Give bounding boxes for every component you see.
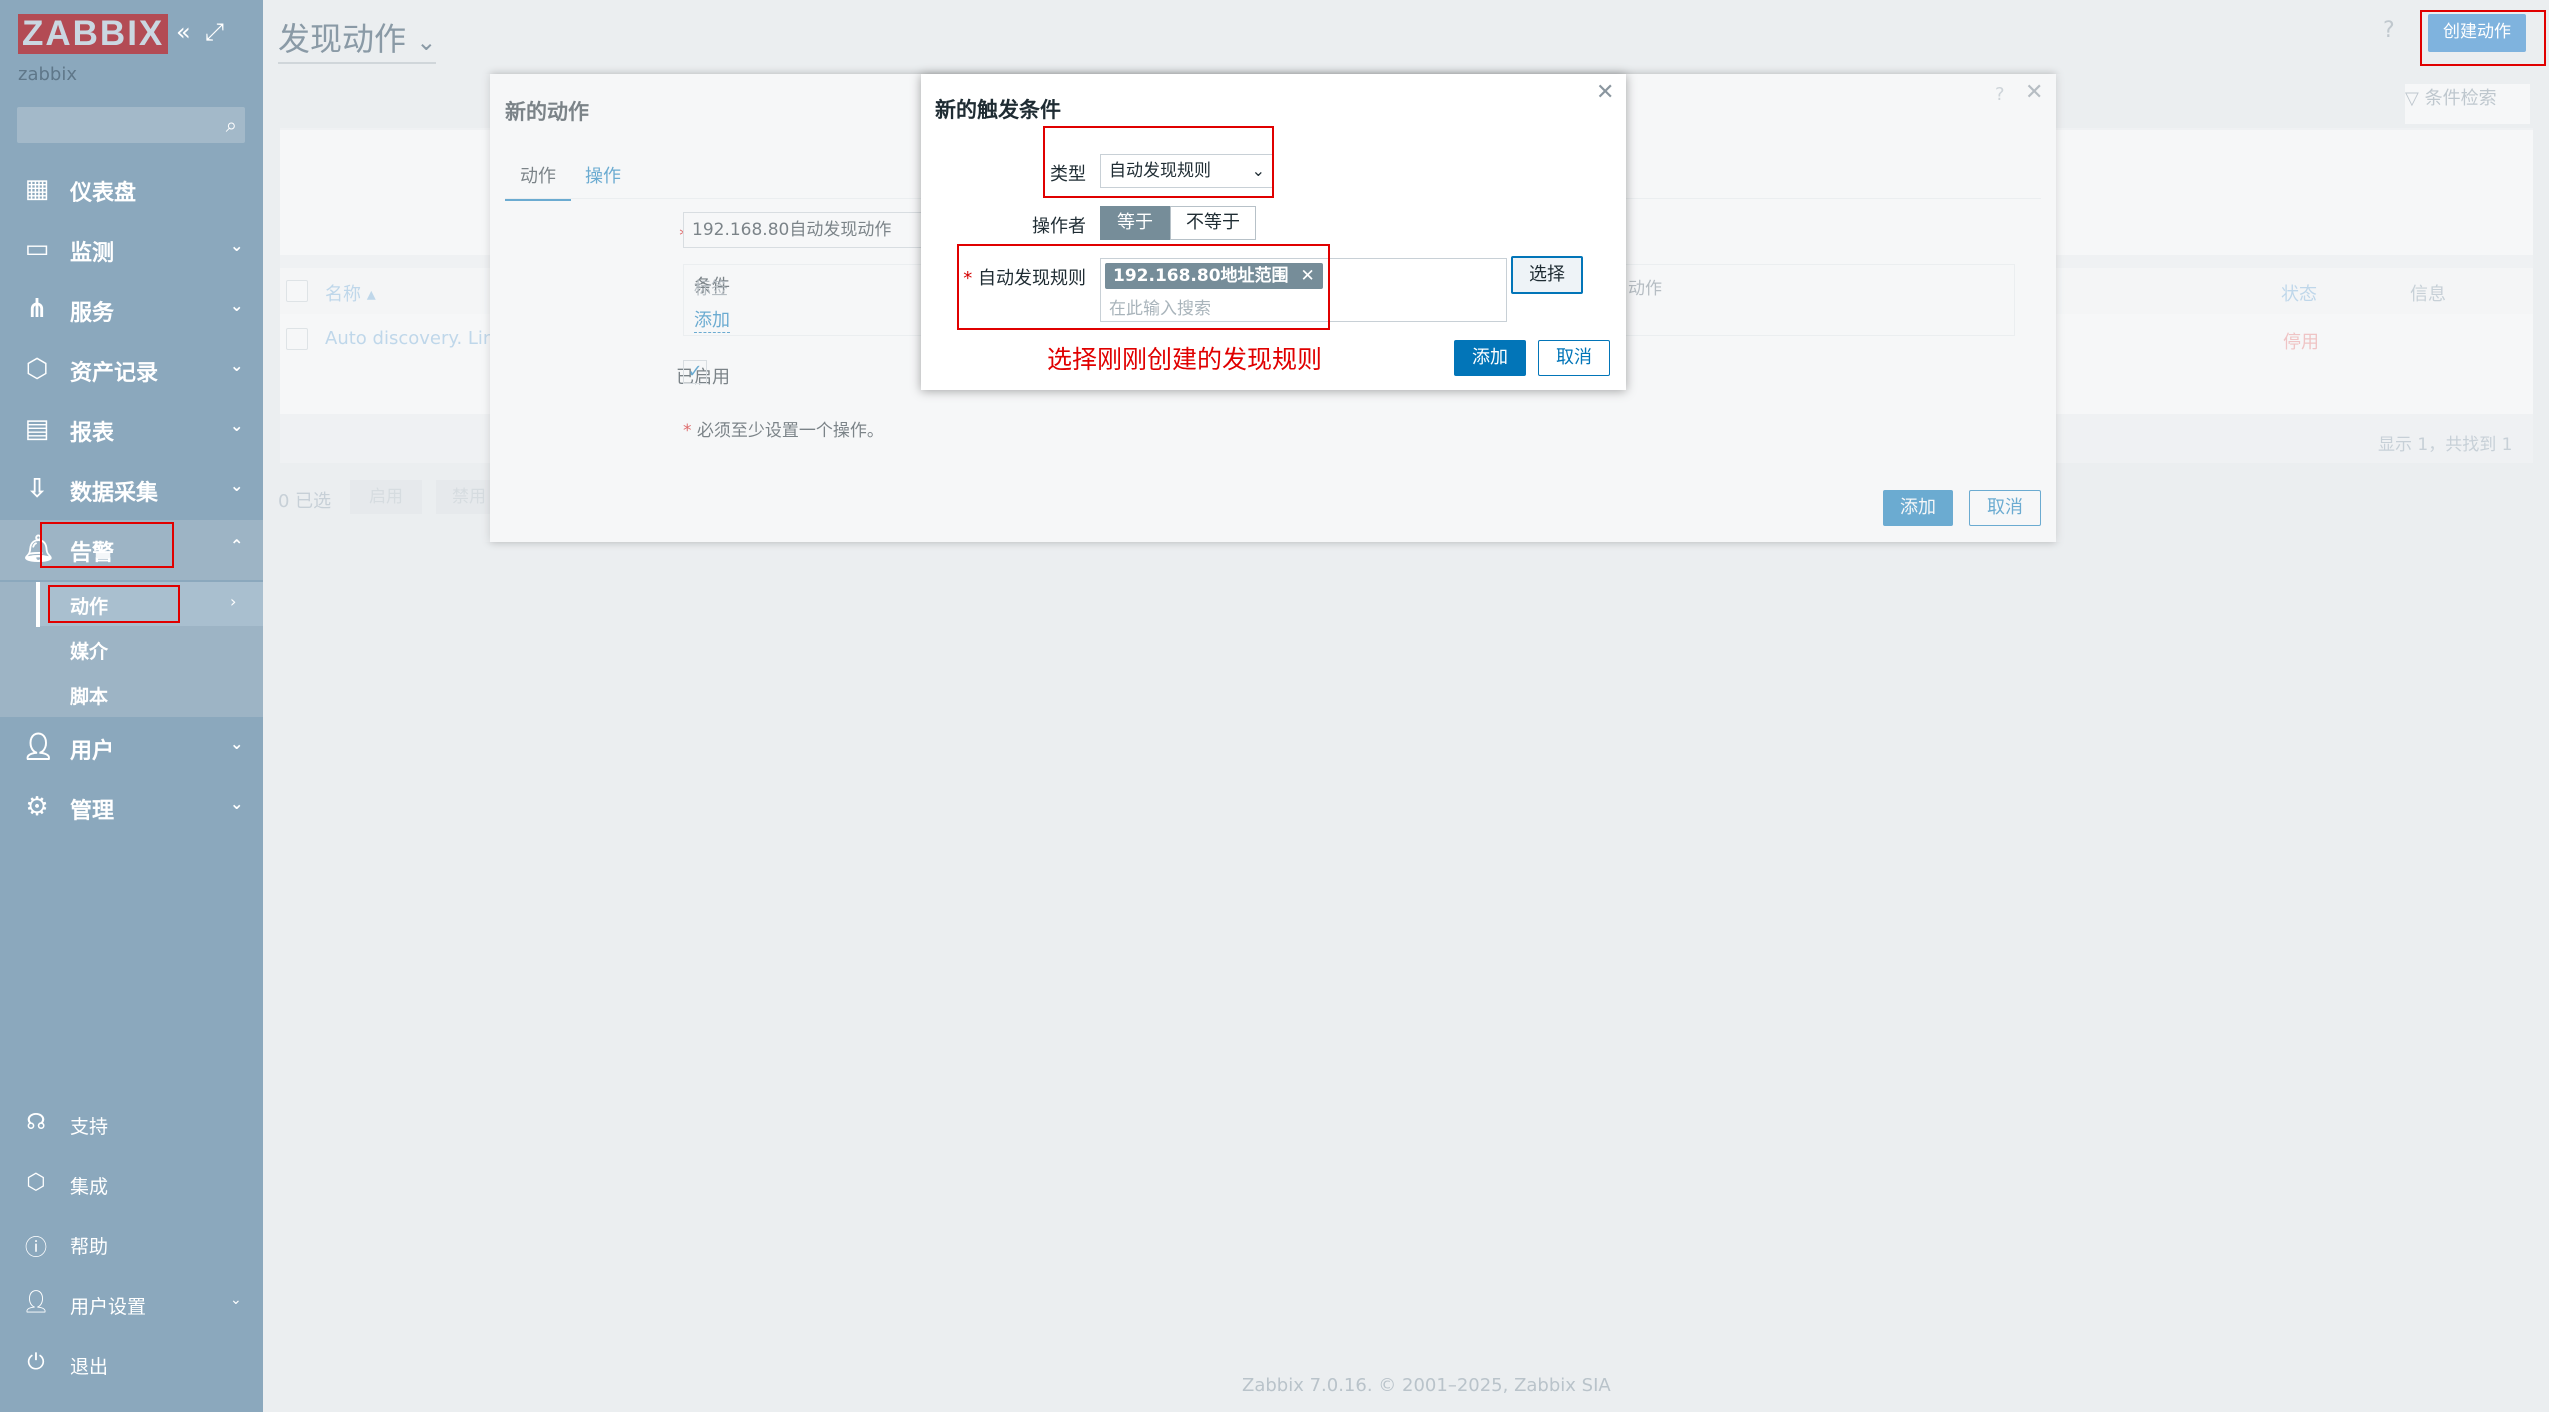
condition-dialog: 新的触发条件 ✕ 类型 自动发现规则 ⌄ 操作者 等于 不等于 * 自动发现规则… xyxy=(921,74,1626,390)
nav-label: 监测 xyxy=(70,241,115,266)
server-name: zabbix xyxy=(18,64,77,85)
nav-label: 报表 xyxy=(70,421,115,446)
nav-label: 支持 xyxy=(70,1116,109,1138)
nav-label: 用户设置 xyxy=(70,1296,147,1318)
close-icon[interactable]: ✕ xyxy=(1596,80,1614,105)
annotation-box-alerts xyxy=(40,522,174,568)
annotation-text: 选择刚刚创建的发现规则 xyxy=(1047,345,1323,374)
condition-add-button[interactable]: 添加 xyxy=(1454,340,1526,376)
nav-services[interactable]: ⋔ 服务 ⌄ xyxy=(0,280,263,340)
nav-label: 帮助 xyxy=(70,1236,109,1258)
support-icon: ☊ xyxy=(26,1110,46,1135)
nav-sign-out[interactable]: ⏻ 退出 xyxy=(0,1338,263,1390)
undock-sidebar-icon[interactable]: ⤢ xyxy=(205,18,224,46)
chevron-down-icon: ⌄ xyxy=(230,476,244,495)
condition-dialog-title: 新的触发条件 xyxy=(935,98,1061,122)
chevron-down-icon: ⌄ xyxy=(230,296,244,315)
nav-inventory[interactable]: ⬡ 资产记录 ⌄ xyxy=(0,340,263,400)
submenu-item-scripts[interactable]: 脚本 xyxy=(70,682,108,709)
annotation-box-rule xyxy=(957,244,1330,330)
nav-data-collection[interactable]: ⇩ 数据采集 ⌄ xyxy=(0,460,263,520)
chevron-down-icon[interactable]: ⌄ xyxy=(416,28,436,56)
help-icon: ⓘ xyxy=(24,1236,47,1261)
reports-icon: ▤ xyxy=(24,414,50,444)
nav-label: 退出 xyxy=(70,1356,109,1378)
nav-reports[interactable]: ▤ 报表 ⌄ xyxy=(0,400,263,460)
user-settings-icon: 👤︎ xyxy=(22,1290,50,1315)
condition-cancel-button[interactable]: 取消 xyxy=(1538,340,1610,376)
monitoring-icon: ▭ xyxy=(24,234,50,264)
nav-monitoring[interactable]: ▭ 监测 ⌄ xyxy=(0,220,263,280)
nav-label: 集成 xyxy=(70,1176,109,1198)
nav-label: 用户 xyxy=(70,739,115,764)
dashboard-icon: ▦ xyxy=(24,174,50,204)
page-footer: Zabbix 7.0.16. © 2001–2025, Zabbix SIA xyxy=(1242,1375,1611,1396)
users-icon: 👤︎ xyxy=(22,732,56,762)
nav-support[interactable]: ☊ 支持 xyxy=(0,1098,263,1150)
annotation-box-actions xyxy=(48,585,180,623)
page-title[interactable]: 发现动作 ⌄ xyxy=(278,14,437,64)
nav-dashboard[interactable]: ▦ 仪表盘 xyxy=(0,160,263,220)
nav-integrations[interactable]: ⬡ 集成 xyxy=(0,1158,263,1210)
submenu-active-marker xyxy=(36,582,40,627)
inventory-icon: ⬡ xyxy=(25,354,49,384)
submenu-item-media[interactable]: 媒介 xyxy=(70,637,108,664)
select-rule-button[interactable]: 选择 xyxy=(1511,256,1583,294)
nav-label: 服务 xyxy=(70,301,115,326)
collapse-sidebar-icon[interactable]: « xyxy=(176,18,191,46)
nav-administration[interactable]: ⚙ 管理 ⌄ xyxy=(0,778,263,838)
chevron-down-icon: ⌄ xyxy=(230,416,244,435)
data-collection-icon: ⇩ xyxy=(26,474,48,504)
administration-icon: ⚙ xyxy=(25,792,49,822)
annotation-box-type xyxy=(1043,126,1274,198)
nav-label: 数据采集 xyxy=(70,481,159,506)
sidebar-search-input[interactable]: ⌕ xyxy=(17,107,245,143)
chevron-down-icon: ⌄ xyxy=(230,1292,242,1308)
nav-user-settings[interactable]: 👤︎ 用户设置 ⌄ xyxy=(0,1278,263,1330)
annotation-box-create xyxy=(2420,10,2546,66)
sidebar: ZABBIX zabbix «⤢ ⌕ ▦ 仪表盘 ▭ 监测 ⌄ ⋔ 服务 ⌄ ⬡… xyxy=(0,0,263,1412)
chevron-down-icon: ⌄ xyxy=(230,794,244,813)
help-icon[interactable]: ? xyxy=(2383,18,2395,43)
chevron-down-icon: ⌄ xyxy=(230,236,244,255)
chevron-down-icon: ⌄ xyxy=(230,356,244,375)
operator-equals[interactable]: 等于 xyxy=(1100,206,1170,240)
sign-out-icon: ⏻ xyxy=(27,1350,45,1375)
operator-not-equals[interactable]: 不等于 xyxy=(1170,206,1256,240)
operator-label: 操作者 xyxy=(1032,216,1086,237)
nav-help[interactable]: ⓘ 帮助 xyxy=(0,1218,263,1270)
zabbix-logo[interactable]: ZABBIX xyxy=(18,14,169,54)
nav-label: 管理 xyxy=(70,799,115,824)
services-icon: ⋔ xyxy=(26,294,48,324)
page-title-text: 发现动作 xyxy=(278,20,407,58)
nav-users[interactable]: 👤︎ 用户 ⌄ xyxy=(0,718,263,778)
chevron-down-icon: ⌄ xyxy=(230,734,244,753)
chevron-right-icon: › xyxy=(230,592,237,611)
sidebar-controls: «⤢ xyxy=(176,18,238,46)
nav-label: 仪表盘 xyxy=(70,181,137,206)
chevron-up-icon: ⌃ xyxy=(230,536,244,555)
nav-label: 资产记录 xyxy=(70,361,159,386)
search-icon[interactable]: ⌕ xyxy=(226,113,237,137)
integrations-icon: ⬡ xyxy=(26,1170,46,1195)
